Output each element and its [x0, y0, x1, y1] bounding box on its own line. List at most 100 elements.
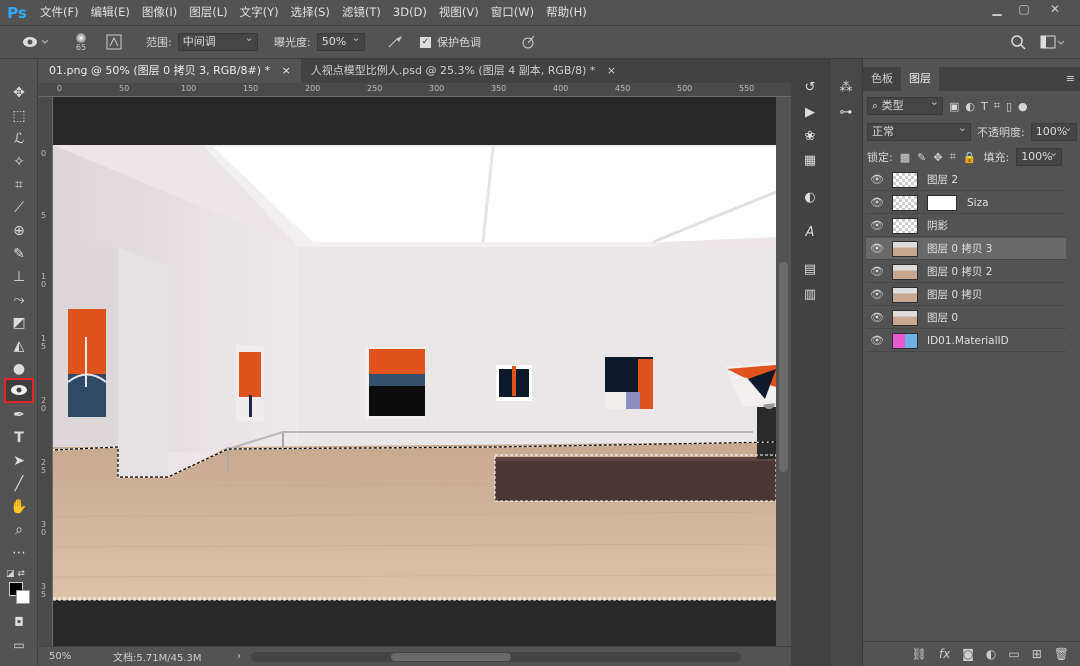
magic-wand-icon[interactable]: ✧: [6, 152, 32, 173]
h-scroll-thumb[interactable]: [391, 652, 511, 661]
close-button[interactable]: ✕: [1041, 0, 1069, 20]
layer-row[interactable]: 👁 图层 2: [866, 169, 1066, 191]
menu-view[interactable]: 视图(V): [433, 0, 485, 25]
zoom-level[interactable]: 50%: [49, 651, 109, 662]
path-select-icon[interactable]: ➤: [6, 451, 32, 472]
lock-transparent-icon[interactable]: ▩: [900, 151, 910, 164]
color-wheel-icon[interactable]: ❀: [799, 126, 821, 148]
history-icon[interactable]: ↺: [799, 77, 821, 99]
lock-move-icon[interactable]: ✥: [933, 151, 942, 164]
visibility-eye-icon[interactable]: 👁: [866, 196, 888, 209]
filter-pixel-icon[interactable]: ▣: [949, 100, 959, 113]
paths-icon[interactable]: ⊶: [835, 102, 857, 124]
airbrush-button[interactable]: [386, 25, 420, 59]
brush-picker[interactable]: 65: [56, 25, 106, 59]
new-layer-icon[interactable]: ⊞: [1032, 647, 1042, 661]
brush-settings-button[interactable]: [106, 25, 146, 59]
tab-swatches[interactable]: 色板: [863, 67, 901, 91]
visibility-eye-icon[interactable]: 👁: [866, 311, 888, 324]
marquee-tool-icon[interactable]: ⬚: [6, 106, 32, 127]
workspace-button[interactable]: [1040, 25, 1070, 59]
line-tool-icon[interactable]: ╱: [6, 474, 32, 495]
blend-mode-select[interactable]: 正常: [867, 120, 971, 141]
fill-input[interactable]: 100%: [1016, 145, 1063, 166]
visibility-eye-icon[interactable]: 👁: [866, 265, 888, 278]
visibility-eye-icon[interactable]: 👁: [866, 219, 888, 232]
paragraph-icon[interactable]: ▤: [799, 259, 821, 281]
filter-type-icon[interactable]: T: [981, 100, 988, 113]
hand-tool-icon[interactable]: ✋: [6, 497, 32, 518]
menu-edit[interactable]: 编辑(E): [85, 0, 136, 25]
menu-type[interactable]: 文字(Y): [234, 0, 285, 25]
scroll-thumb[interactable]: [779, 262, 788, 472]
menu-3d[interactable]: 3D(D): [387, 0, 433, 25]
document-canvas[interactable]: [53, 97, 776, 646]
tab-layers[interactable]: 图层: [901, 67, 939, 91]
pressure-button[interactable]: [520, 25, 550, 59]
tool-preset-picker[interactable]: [0, 25, 56, 59]
color-panel-icon[interactable]: ⁂: [835, 77, 857, 99]
menu-layer[interactable]: 图层(L): [183, 0, 233, 25]
zoom-tool-icon[interactable]: ⌕: [6, 520, 32, 541]
notes-icon[interactable]: ▥: [799, 284, 821, 306]
filter-adjust-icon[interactable]: ◐: [965, 100, 975, 113]
type-tool-icon[interactable]: T: [6, 428, 32, 449]
default-colors-icon[interactable]: ◪ ⇄: [6, 569, 25, 579]
visibility-eye-icon[interactable]: 👁: [866, 173, 888, 186]
filter-shape-icon[interactable]: ⌗: [994, 99, 1000, 113]
eyedropper-icon[interactable]: ⟋: [6, 198, 32, 219]
quick-mask-icon[interactable]: ◘: [6, 612, 32, 633]
move-tool-icon[interactable]: ✥: [6, 83, 32, 104]
menu-select[interactable]: 选择(S): [285, 0, 336, 25]
link-icon[interactable]: ⛓: [912, 647, 927, 661]
pen-tool-icon[interactable]: ✒: [6, 405, 32, 426]
horizontal-scrollbar[interactable]: [251, 651, 741, 662]
paint-bucket-icon[interactable]: ◭: [6, 336, 32, 357]
history-brush-icon[interactable]: ⤳: [6, 290, 32, 311]
visibility-eye-icon[interactable]: 👁: [866, 288, 888, 301]
filter-toggle-icon[interactable]: ●: [1018, 100, 1028, 113]
search-button[interactable]: [1010, 25, 1030, 59]
fx-icon[interactable]: fx: [939, 647, 950, 661]
layer-row[interactable]: 👁 图层 0: [866, 307, 1066, 329]
group-icon[interactable]: ▭: [1008, 647, 1019, 661]
visibility-eye-icon[interactable]: 👁: [866, 334, 888, 347]
adjustments-icon[interactable]: ◐: [799, 187, 821, 209]
tab-close-icon[interactable]: ×: [607, 64, 616, 77]
layer-row-selected[interactable]: 👁 图层 0 拷贝 3: [866, 238, 1066, 260]
layer-row[interactable]: 👁 图层 0 拷贝: [866, 284, 1066, 306]
lock-artboard-icon[interactable]: ⌗: [950, 150, 956, 164]
range-select[interactable]: 中间调: [177, 30, 258, 51]
menu-filter[interactable]: 滤镜(T): [336, 0, 387, 25]
trash-icon[interactable]: 🗑: [1054, 647, 1069, 661]
layer-row[interactable]: 👁 阴影: [866, 215, 1066, 237]
protect-tones-checkbox[interactable]: ✓: [420, 36, 431, 48]
filter-smart-icon[interactable]: ▯: [1006, 100, 1012, 113]
more-tools-icon[interactable]: ⋯: [6, 543, 32, 564]
minimize-button[interactable]: ▁: [983, 0, 1011, 20]
menu-help[interactable]: 帮助(H): [540, 0, 593, 25]
tab-close-icon[interactable]: ×: [282, 64, 291, 77]
adjustment-icon[interactable]: ◐: [986, 647, 996, 661]
vertical-scrollbar[interactable]: [776, 97, 791, 646]
dodge-tool-icon[interactable]: [4, 378, 34, 403]
tab-psd[interactable]: 人视点模型比例人.psd @ 25.3% (图层 4 副本, RGB/8) * …: [301, 59, 626, 83]
clone-stamp-icon[interactable]: ⊥: [6, 267, 32, 288]
lock-all-icon[interactable]: 🔒: [963, 151, 977, 164]
eraser-tool-icon[interactable]: ◩: [6, 313, 32, 334]
menu-file[interactable]: 文件(F): [34, 0, 85, 25]
tab-01-png[interactable]: 01.png @ 50% (图层 0 拷贝 3, RGB/8#) * ×: [39, 59, 301, 83]
mask-icon[interactable]: ◙: [962, 647, 974, 661]
lock-paint-icon[interactable]: ✎: [917, 151, 926, 164]
menu-window[interactable]: 窗口(W): [485, 0, 540, 25]
screen-mode-icon[interactable]: ▭: [6, 635, 32, 656]
background-color-swatch[interactable]: [16, 590, 30, 604]
menu-image[interactable]: 图像(I): [136, 0, 183, 25]
character-icon[interactable]: A: [799, 222, 821, 244]
brush-tool-icon[interactable]: ✎: [6, 244, 32, 265]
lasso-tool-icon[interactable]: ℒ: [6, 129, 32, 150]
actions-play-icon[interactable]: ▶: [799, 102, 821, 124]
layer-row[interactable]: 👁 图层 0 拷贝 2: [866, 261, 1066, 283]
status-menu-arrow[interactable]: ›: [237, 651, 241, 662]
exposure-input[interactable]: 50%: [316, 30, 365, 51]
